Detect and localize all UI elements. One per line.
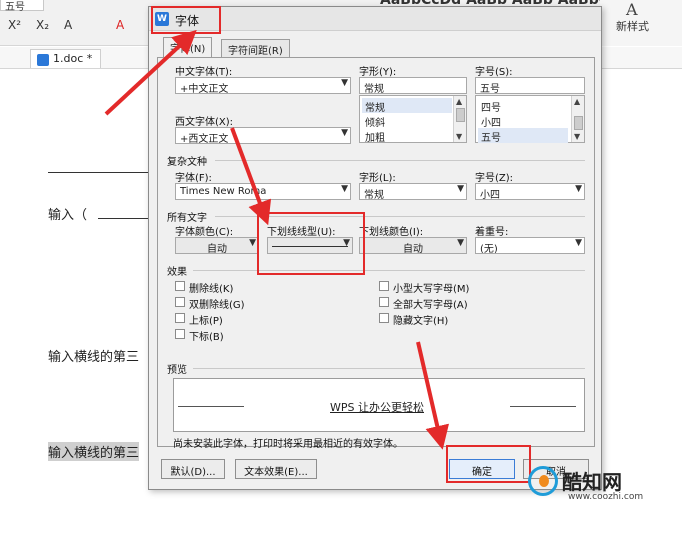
watermark-url: www.coozhi.com [568, 492, 644, 502]
arrow-to-ok [416, 341, 450, 450]
watermark: 酷知网 www.coozhi.com [528, 462, 678, 506]
coozhi-logo-icon [528, 466, 558, 496]
arrow-to-title [104, 29, 197, 116]
watermark-name: 酷知网 [562, 470, 622, 494]
arrow-to-underline-type [230, 127, 272, 226]
